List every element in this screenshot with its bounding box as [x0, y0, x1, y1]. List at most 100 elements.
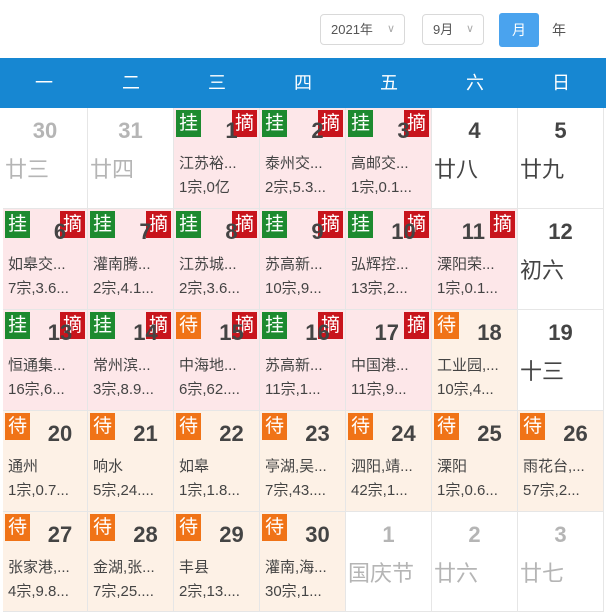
- calendar-day-cell[interactable]: 待 20 通州 1宗,0.7...: [3, 411, 88, 512]
- auction-count-amount: 16宗,6...: [8, 381, 65, 398]
- calendar-day-cell[interactable]: 挂摘 10 弘辉控... 13宗,2...: [346, 209, 432, 310]
- auction-count-amount: 11宗,9...: [351, 381, 407, 398]
- auction-summary: 弘辉控... 13宗,2...: [351, 253, 429, 301]
- auction-region: 雨花台,...: [523, 458, 585, 475]
- auction-summary: 灌南,海... 30宗,1...: [265, 556, 343, 604]
- auction-count-amount: 13宗,2...: [351, 280, 408, 297]
- auction-region: 江苏裕...: [179, 155, 237, 172]
- calendar-day-cell[interactable]: 待 26 雨花台,... 57宗,2...: [518, 411, 604, 512]
- day-number: 16: [305, 320, 330, 345]
- weekday-label: 一: [35, 73, 53, 93]
- lunar-date: 初六: [520, 258, 565, 283]
- day-number: 2: [311, 118, 324, 143]
- day-number: 18: [477, 320, 502, 345]
- calendar-day-cell[interactable]: 3 廿七: [518, 512, 604, 612]
- auction-count-amount: 2宗,13....: [179, 583, 240, 600]
- calendar-day-cell[interactable]: 待摘 15 中海地... 6宗,62....: [174, 310, 260, 411]
- auction-region: 通州: [8, 458, 39, 475]
- day-number: 3: [397, 118, 410, 143]
- day-number: 26: [563, 421, 588, 446]
- calendar-day-cell[interactable]: 待 21 响水 5宗,24....: [88, 411, 174, 512]
- auction-count-amount: 7宗,3.6...: [8, 280, 69, 297]
- weekday-label: 二: [122, 73, 140, 93]
- auction-count-amount: 1宗,1.8...: [179, 482, 240, 499]
- calendar-day-cell[interactable]: 挂摘 13 恒通集... 16宗,6...: [3, 310, 88, 411]
- lunar-date: 廿六: [434, 561, 479, 586]
- day-number: 9: [311, 219, 324, 244]
- calendar-day-cell[interactable]: 挂摘 6 如皋交... 7宗,3.6...: [3, 209, 88, 310]
- weekday-label: 六: [466, 73, 484, 93]
- auction-summary: 溧阳荣... 1宗,0.1...: [437, 253, 515, 301]
- calendar-day-cell[interactable]: 待 25 溧阳 1宗,0.6...: [432, 411, 518, 512]
- auction-summary: 丰县 2宗,13....: [179, 556, 257, 604]
- auction-count-amount: 30宗,1...: [265, 583, 322, 600]
- calendar-day-cell[interactable]: 待 30 灌南,海... 30宗,1...: [260, 512, 346, 612]
- calendar-day-cell[interactable]: 待 27 张家港,... 4宗,9.8...: [3, 512, 88, 612]
- calendar-day-cell[interactable]: 挂摘 7 灌南腾... 2宗,4.1...: [88, 209, 174, 310]
- calendar-day-cell[interactable]: 挂摘 8 江苏城... 2宗,3.6...: [174, 209, 260, 310]
- calendar-day-cell[interactable]: 摘 11 溧阳荣... 1宗,0.1...: [432, 209, 518, 310]
- auction-summary: 如皋交... 7宗,3.6...: [8, 253, 85, 301]
- calendar-day-cell[interactable]: 待 23 亭湖,吴... 7宗,43....: [260, 411, 346, 512]
- day-number: 14: [133, 320, 158, 345]
- day-number: 3: [554, 522, 567, 547]
- calendar-day-cell[interactable]: 12 初六: [518, 209, 604, 310]
- year-select[interactable]: 2021年 ∨: [320, 14, 405, 45]
- day-number: 21: [133, 421, 158, 446]
- calendar-day-cell[interactable]: 31 廿四: [88, 108, 174, 209]
- auction-count-amount: 5宗,24....: [93, 482, 154, 499]
- day-number: 15: [219, 320, 244, 345]
- lunar-date: 廿九: [520, 157, 565, 182]
- calendar-day-cell[interactable]: 挂摘 3 高邮交... 1宗,0.1...: [346, 108, 432, 209]
- lunar-date: 十三: [520, 359, 565, 384]
- calendar-day-cell[interactable]: 待 24 泗阳,靖... 42宗,1...: [346, 411, 432, 512]
- auction-count-amount: 2宗,5.3...: [265, 179, 326, 196]
- auction-region: 弘辉控...: [351, 256, 409, 273]
- calendar-day-cell[interactable]: 待 18 工业园,... 10宗,4...: [432, 310, 518, 411]
- year-view-button[interactable]: 年: [539, 13, 579, 47]
- day-number: 31: [118, 118, 143, 143]
- weekday-label: 三: [208, 73, 226, 93]
- auction-summary: 泗阳,靖... 42宗,1...: [351, 455, 429, 503]
- calendar-day-cell[interactable]: 摘 17 中国港... 11宗,9...: [346, 310, 432, 411]
- calendar-day-cell[interactable]: 4 廿八: [432, 108, 518, 209]
- calendar-day-cell[interactable]: 1 国庆节: [346, 512, 432, 612]
- day-number: 4: [468, 118, 481, 143]
- auction-region: 如皋交...: [8, 256, 66, 273]
- auction-region: 工业园,...: [437, 357, 499, 374]
- auction-summary: 通州 1宗,0.7...: [8, 455, 85, 503]
- day-number: 29: [219, 522, 244, 547]
- auction-region: 苏高新...: [265, 256, 323, 273]
- calendar-day-cell[interactable]: 待 22 如皋 1宗,1.8...: [174, 411, 260, 512]
- auction-region: 灌南腾...: [93, 256, 151, 273]
- calendar-day-cell[interactable]: 挂摘 16 苏高新... 11宗,1...: [260, 310, 346, 411]
- auction-summary: 泰州交... 2宗,5.3...: [265, 152, 343, 200]
- day-number: 23: [305, 421, 330, 446]
- calendar-day-cell[interactable]: 5 廿九: [518, 108, 604, 209]
- month-view-button[interactable]: 月: [499, 13, 539, 47]
- day-number: 30: [305, 522, 330, 547]
- auction-count-amount: 57宗,2...: [523, 482, 580, 499]
- lunar-date: 廿四: [90, 157, 135, 182]
- day-number: 5: [554, 118, 567, 143]
- calendar-day-cell[interactable]: 待 28 金湖,张... 7宗,25....: [88, 512, 174, 612]
- chevron-down-icon: ∨: [465, 23, 474, 35]
- auction-count-amount: 1宗,0.1...: [351, 179, 412, 196]
- calendar-day-cell[interactable]: 30 廿三: [3, 108, 88, 209]
- calendar-day-cell[interactable]: 19 十三: [518, 310, 604, 411]
- month-select[interactable]: 9月 ∨: [422, 14, 484, 45]
- day-number: 20: [47, 421, 73, 446]
- auction-summary: 工业园,... 10宗,4...: [437, 354, 515, 402]
- day-number: 24: [391, 421, 416, 446]
- calendar-day-cell[interactable]: 挂摘 1 江苏裕... 1宗,0亿: [174, 108, 260, 209]
- calendar-day-cell[interactable]: 挂摘 14 常州滨... 3宗,8.9...: [88, 310, 174, 411]
- auction-count-amount: 7宗,43....: [265, 482, 326, 499]
- day-number: 17: [374, 320, 399, 345]
- calendar-day-cell[interactable]: 挂摘 9 苏高新... 10宗,9...: [260, 209, 346, 310]
- calendar-day-cell[interactable]: 待 29 丰县 2宗,13....: [174, 512, 260, 612]
- auction-summary: 苏高新... 11宗,1...: [265, 354, 343, 402]
- calendar-day-cell[interactable]: 2 廿六: [432, 512, 518, 612]
- calendar-day-cell[interactable]: 挂摘 2 泰州交... 2宗,5.3...: [260, 108, 346, 209]
- auction-count-amount: 3宗,8.9...: [93, 381, 154, 398]
- auction-summary: 响水 5宗,24....: [93, 455, 171, 503]
